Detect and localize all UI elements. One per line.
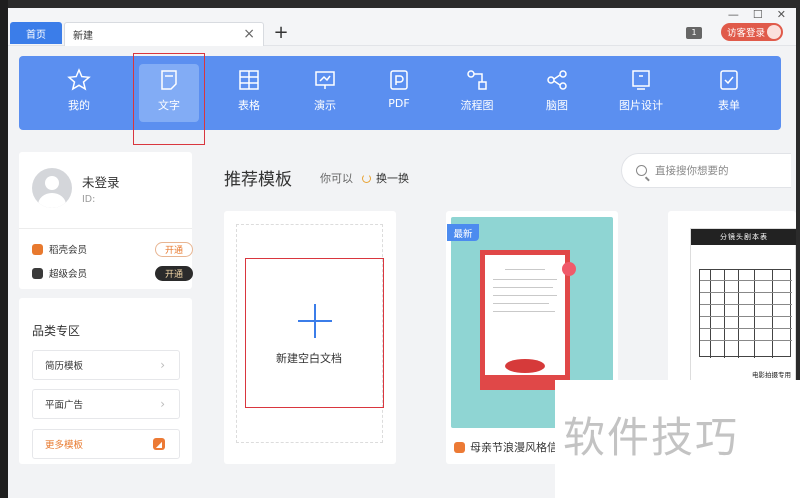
user-card: 未登录 ID: 稻壳会员 开通 超级会员 开通 — [19, 152, 193, 289]
tab-home[interactable]: 首页 — [10, 22, 62, 44]
script-thumbnail: 分镜头剧本表 电影拍摄专用 — [690, 228, 796, 390]
user-name[interactable]: 未登录 — [82, 172, 120, 191]
script-footer: 电影拍摄专用 — [752, 371, 791, 379]
avatar-icon — [767, 25, 781, 39]
category-label: 更多模板 — [45, 440, 84, 451]
tool-table[interactable]: 表格 — [219, 64, 279, 122]
tool-label: 表格 — [238, 99, 260, 112]
vip-row-super: 超级会员 — [32, 265, 87, 281]
super-vip-icon — [32, 267, 43, 279]
desktop-strip — [0, 0, 8, 498]
guest-login-button[interactable]: 访客登录 — [721, 23, 783, 41]
mindmap-icon — [547, 70, 567, 90]
tab-new-label: 新建 — [73, 31, 93, 42]
template-caption-text: 母亲节浪漫风格信纸 — [470, 441, 568, 454]
script-title: 分镜头剧本表 — [691, 229, 796, 245]
script-table — [699, 269, 792, 358]
swap-label: 换一换 — [376, 172, 409, 185]
tool-presentation[interactable]: 演示 — [295, 64, 355, 122]
search-icon — [636, 165, 647, 176]
form-icon — [720, 70, 738, 90]
search-input[interactable]: 直接搜你想要的 — [621, 153, 791, 188]
tool-label: 流程图 — [460, 99, 494, 112]
tool-mindmap[interactable]: 脑图 — [527, 64, 587, 122]
heart-icon — [562, 262, 576, 276]
table-icon — [239, 70, 259, 90]
more-icon: ◢ — [153, 438, 165, 450]
tool-label: 脑图 — [546, 99, 568, 112]
window-controls: — ☐ ✕ — [728, 8, 786, 21]
tab-bar: 首页 新建 × + — ☐ ✕ 1 访客登录 — [8, 8, 796, 46]
watermark: 软件技巧 — [555, 380, 800, 498]
docer-icon — [454, 441, 465, 453]
recommend-title: 推荐模板 — [224, 170, 292, 190]
guest-login-label: 访客登录 — [727, 28, 766, 39]
category-item-more[interactable]: 更多模板 ◢ — [32, 429, 180, 459]
super-open-button[interactable]: 开通 — [155, 266, 193, 281]
vip-label: 超级会员 — [49, 269, 88, 280]
image-design-icon — [632, 70, 650, 90]
user-id: ID: — [82, 194, 96, 205]
plus-icon[interactable] — [298, 304, 332, 338]
category-title: 品类专区 — [32, 324, 81, 338]
tool-label: 图片设计 — [619, 99, 663, 112]
star-icon — [67, 68, 91, 91]
refresh-icon — [362, 173, 371, 183]
minimize-icon[interactable]: — — [728, 8, 739, 21]
template-caption[interactable]: 母亲节浪漫风格信纸 — [454, 439, 568, 455]
pdf-icon — [390, 70, 408, 90]
category-card: 品类专区 简历模板 › 平面广告 › 更多模板 ◢ — [19, 298, 192, 464]
close-window-icon[interactable]: ✕ — [777, 8, 786, 21]
divider — [19, 228, 192, 229]
tool-form[interactable]: 表单 — [699, 64, 759, 122]
tool-label: 我的 — [68, 99, 90, 112]
presentation-icon — [315, 71, 335, 89]
blank-document-label[interactable]: 新建空白文档 — [276, 350, 342, 366]
category-item-ad[interactable]: 平面广告 › — [32, 389, 180, 419]
tab-new[interactable]: 新建 × — [64, 22, 264, 46]
chevron-right-icon: › — [160, 358, 165, 372]
new-badge: 最新 — [447, 224, 479, 241]
notification-badge[interactable]: 1 — [686, 27, 702, 39]
category-item-resume[interactable]: 简历模板 › — [32, 350, 180, 380]
search-placeholder: 直接搜你想要的 — [655, 165, 729, 177]
tool-label: 表单 — [718, 99, 740, 112]
vip-label: 稻壳会员 — [49, 245, 88, 256]
category-label: 简历模板 — [45, 361, 84, 372]
tool-image-design[interactable]: 图片设计 — [611, 64, 671, 122]
vip-row-docer: 稻壳会员 — [32, 241, 87, 257]
tool-pdf[interactable]: PDF — [369, 64, 429, 122]
docer-vip-icon — [32, 243, 43, 255]
add-tab-button[interactable]: + — [272, 22, 290, 43]
tool-label: 演示 — [314, 99, 336, 112]
letter-poster-image — [480, 250, 570, 390]
tool-flowchart[interactable]: 流程图 — [447, 64, 507, 122]
maximize-icon[interactable]: ☐ — [753, 8, 763, 21]
avatar[interactable] — [32, 168, 72, 208]
watermark-text: 软件技巧 — [563, 413, 740, 462]
close-icon[interactable]: × — [243, 26, 255, 42]
swap-hint: 你可以 — [320, 172, 353, 185]
chevron-right-icon: › — [160, 397, 165, 411]
flowchart-icon — [467, 70, 487, 90]
bow-decoration — [505, 359, 545, 373]
selection-highlight — [133, 53, 205, 145]
docer-open-button[interactable]: 开通 — [155, 242, 193, 257]
swap-button[interactable]: 换一换 — [362, 170, 409, 186]
tool-label: PDF — [388, 97, 410, 110]
tool-mine[interactable]: 我的 — [49, 64, 109, 122]
category-label: 平面广告 — [45, 400, 84, 411]
